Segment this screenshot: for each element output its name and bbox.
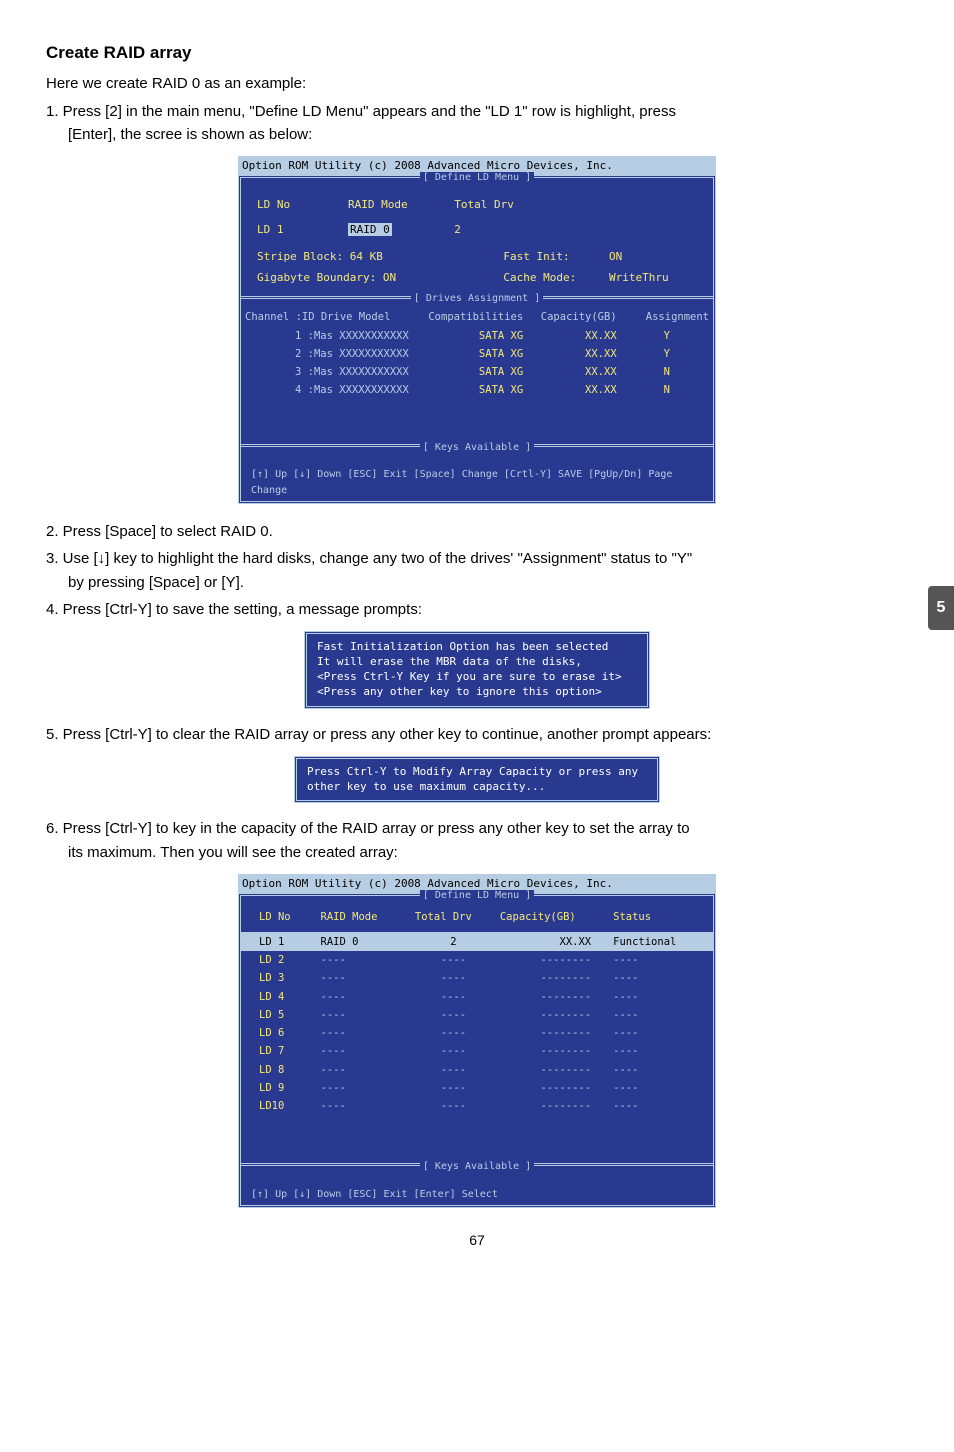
bios2-r0-no: LD 1: [241, 932, 317, 951]
bios1-fastinit-v: ON: [609, 248, 697, 265]
bios1-cache-k: Cache Mode:: [503, 271, 576, 284]
bios2-th-drv: Total Drv: [411, 908, 496, 926]
bios2-row-selected[interactable]: LD 1 RAID 0 2 XX.XX Functional: [241, 932, 713, 951]
bios-screenshot-1: Option ROM Utility (c) 2008 Advanced Mic…: [238, 156, 716, 504]
bios2-row[interactable]: LD 4--------------------: [241, 988, 713, 1006]
bios2-row[interactable]: LD 3--------------------: [241, 969, 713, 987]
bios1-th-asg: Assignment: [646, 311, 709, 323]
bios1-hdr-ldno: LD No: [257, 196, 348, 213]
bios2-th-stat: Status: [609, 908, 713, 926]
dialog-1: Fast Initialization Option has been sele…: [304, 631, 650, 708]
dlg2-l2: other key to use maximum capacity...: [307, 780, 647, 795]
step-6: 6. Press [Ctrl-Y] to key in the capacity…: [46, 817, 908, 864]
bios1-d0-cap: XX.XX: [527, 327, 620, 345]
bios2-r0-stat: Functional: [609, 932, 713, 951]
bios1-drives-label: [ Drives Assignment ]: [411, 293, 543, 304]
bios1-keys: [↑] Up [↓] Down [ESC] Exit [Space] Chang…: [241, 464, 713, 501]
step-3-line2: by pressing [Space] or [Y].: [46, 571, 908, 594]
bios1-d0-comp: SATA XG: [424, 327, 527, 345]
dlg1-l4: <Press any other key to ignore this opti…: [317, 685, 637, 700]
page-number: 67: [46, 1230, 908, 1252]
bios2-row[interactable]: LD 9--------------------: [241, 1079, 713, 1097]
step-1: 1. Press [2] in the main menu, "Define L…: [46, 100, 908, 147]
bios1-d1-asg[interactable]: Y: [621, 345, 713, 363]
step-1-line2: [Enter], the scree is shown as below:: [46, 123, 908, 146]
dlg1-l3: <Press Ctrl-Y Key if you are sure to era…: [317, 670, 637, 685]
bios1-hdr-mode: RAID Mode: [348, 196, 454, 213]
dlg1-l2: It will erase the MBR data of the disks,: [317, 655, 637, 670]
bios1-th-comp: Compatibilities: [428, 311, 523, 323]
bios1-d1-ch: 2 :Mas XXXXXXXXXXX: [241, 345, 424, 363]
bios1-gig: Gigabyte Boundary: ON: [257, 271, 396, 284]
bios1-th-cap: Capacity(GB): [541, 311, 617, 323]
bios1-fastinit-k: Fast Init:: [503, 250, 569, 263]
dlg2-l1: Press Ctrl-Y to Modify Array Capacity or…: [307, 765, 647, 780]
bios2-row[interactable]: LD10--------------------: [241, 1097, 713, 1115]
bios2-top-label: [ Define LD Menu ]: [420, 890, 534, 901]
step-6-line2: its maximum. Then you will see the creat…: [46, 841, 908, 864]
bios1-d2-asg[interactable]: N: [621, 363, 713, 381]
heading: Create RAID array: [46, 40, 908, 66]
bios2-th-mode: RAID Mode: [317, 908, 411, 926]
bios1-d3-asg[interactable]: N: [621, 381, 713, 399]
bios2-th-ldno: LD No: [241, 908, 317, 926]
dialog-2: Press Ctrl-Y to Modify Array Capacity or…: [294, 756, 660, 804]
bios1-d3-ch: 4 :Mas XXXXXXXXXXX: [241, 381, 424, 399]
bios1-d3-comp: SATA XG: [424, 381, 527, 399]
bios2-r0-mode: RAID 0: [317, 932, 411, 951]
bios1-d2-cap: XX.XX: [527, 363, 620, 381]
bios2-r0-cap: XX.XX: [496, 932, 609, 951]
step-4: 4. Press [Ctrl-Y] to save the setting, a…: [46, 598, 908, 621]
bios1-top-label: [ Define LD Menu ]: [420, 172, 534, 183]
bios2-table: LD No RAID Mode Total Drv Capacity(GB) S…: [241, 908, 713, 1116]
bios-screenshot-2: Option ROM Utility (c) 2008 Advanced Mic…: [238, 874, 716, 1208]
bios1-d1-comp: SATA XG: [424, 345, 527, 363]
bios2-row[interactable]: LD 7--------------------: [241, 1042, 713, 1060]
bios1-d1-cap: XX.XX: [527, 345, 620, 363]
bios1-th-ch: Channel :ID Drive Model: [245, 311, 390, 323]
step-2: 2. Press [Space] to select RAID 0.: [46, 520, 908, 543]
bios1-raidmode-selected[interactable]: RAID 0: [348, 223, 392, 236]
intro-text: Here we create RAID 0 as an example:: [46, 72, 908, 95]
step-3: 3. Use [↓] key to highlight the hard dis…: [46, 547, 908, 594]
bios2-row[interactable]: LD 8--------------------: [241, 1061, 713, 1079]
step-5: 5. Press [Ctrl-Y] to clear the RAID arra…: [46, 723, 908, 746]
bios2-row[interactable]: LD 6--------------------: [241, 1024, 713, 1042]
bios1-d2-comp: SATA XG: [424, 363, 527, 381]
bios1-keys-label: [ Keys Available ]: [420, 442, 534, 453]
step-1-line1: 1. Press [2] in the main menu, "Define L…: [46, 103, 676, 120]
bios1-hdr-drv: Total Drv: [454, 196, 545, 213]
bios1-d0-asg[interactable]: Y: [621, 327, 713, 345]
step-3-line1: 3. Use [↓] key to highlight the hard dis…: [46, 550, 692, 567]
bios2-r0-drv: 2: [411, 932, 496, 951]
bios1-d3-cap: XX.XX: [527, 381, 620, 399]
dlg1-l1: Fast Initialization Option has been sele…: [317, 640, 637, 655]
bios2-row[interactable]: LD 2--------------------: [241, 951, 713, 969]
bios1-ldno: LD 1: [257, 221, 348, 238]
bios1-d2-ch: 3 :Mas XXXXXXXXXXX: [241, 363, 424, 381]
chapter-tab: 5: [928, 586, 954, 630]
bios1-cache-v: WriteThru: [609, 269, 697, 286]
bios1-drives-table: Channel :ID Drive Model Compatibilities …: [241, 308, 713, 399]
bios2-th-cap: Capacity(GB): [496, 908, 609, 926]
bios2-row[interactable]: LD 5--------------------: [241, 1006, 713, 1024]
bios2-keys-label: [ Keys Available ]: [420, 1161, 534, 1172]
bios1-d0-ch: 1 :Mas XXXXXXXXXXX: [241, 327, 424, 345]
bios1-stripe: Stripe Block: 64 KB: [257, 250, 383, 263]
step-6-line1: 6. Press [Ctrl-Y] to key in the capacity…: [46, 820, 690, 837]
bios1-totaldrv: 2: [454, 221, 545, 238]
bios2-keys: [↑] Up [↓] Down [ESC] Exit [Enter] Selec…: [241, 1184, 713, 1206]
